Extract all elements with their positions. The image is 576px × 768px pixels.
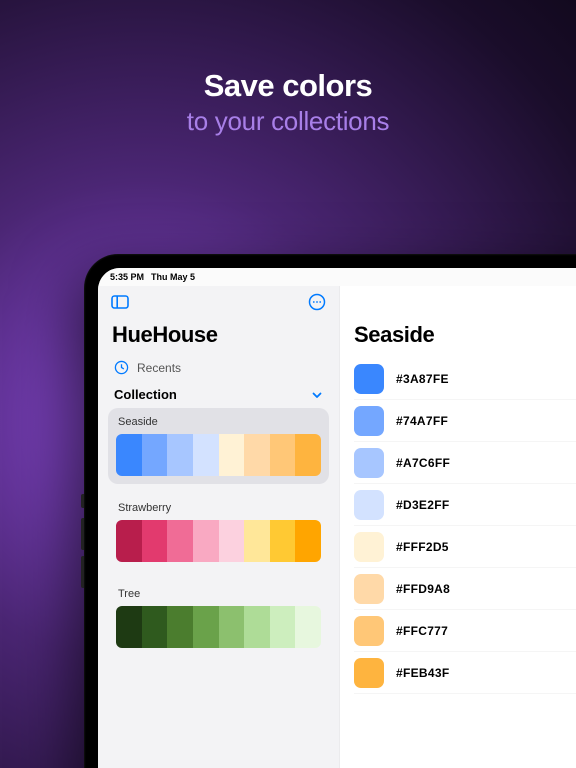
collection-swatch-strip bbox=[116, 606, 321, 648]
color-swatch bbox=[354, 448, 384, 478]
app-title: HueHouse bbox=[98, 318, 339, 354]
sidebar-toggle-icon[interactable] bbox=[110, 292, 130, 312]
headline: Save colors to your collections bbox=[0, 0, 576, 137]
color-hex: #FFF2D5 bbox=[396, 540, 576, 554]
swatch bbox=[142, 434, 168, 476]
color-row[interactable]: #D3E2FF bbox=[354, 484, 576, 526]
swatch bbox=[219, 606, 245, 648]
color-swatch bbox=[354, 658, 384, 688]
swatch bbox=[167, 434, 193, 476]
color-swatch bbox=[354, 406, 384, 436]
status-bar: 5:35 PM Thu May 5 bbox=[98, 268, 576, 286]
recents-row[interactable]: Recents bbox=[98, 354, 339, 385]
collection-list: Seaside Strawberry Tree bbox=[98, 408, 339, 656]
swatch bbox=[270, 434, 296, 476]
swatch bbox=[142, 606, 168, 648]
swatch bbox=[167, 520, 193, 562]
status-date: Thu May 5 bbox=[151, 272, 195, 282]
color-swatch bbox=[354, 616, 384, 646]
swatch bbox=[142, 520, 168, 562]
detail-pane: Edit Seaside #3A87FE #74A7FF #A7C6FF #D3E2F… bbox=[340, 286, 576, 768]
color-row[interactable]: #FEB43F bbox=[354, 652, 576, 694]
headline-title: Save colors bbox=[0, 68, 576, 104]
swatch bbox=[193, 520, 219, 562]
swatch bbox=[295, 520, 321, 562]
swatch bbox=[116, 520, 142, 562]
swatch bbox=[244, 520, 270, 562]
color-row[interactable]: #FFC777 bbox=[354, 610, 576, 652]
promo-stage: Save colors to your collections 5:35 PM … bbox=[0, 0, 576, 768]
split-view: HueHouse Recents Collection SeasideSt bbox=[98, 286, 576, 768]
status-time: 5:35 PM bbox=[110, 272, 144, 282]
swatch bbox=[219, 520, 245, 562]
screen: 5:35 PM Thu May 5 bbox=[98, 268, 576, 768]
sidebar: HueHouse Recents Collection SeasideSt bbox=[98, 286, 340, 768]
collection-section-label: Collection bbox=[114, 387, 177, 402]
color-row[interactable]: #74A7FF bbox=[354, 400, 576, 442]
color-list: #3A87FE #74A7FF #A7C6FF #D3E2FF #FFF2D5 #FFD9… bbox=[340, 358, 576, 694]
swatch bbox=[295, 606, 321, 648]
swatch bbox=[295, 434, 321, 476]
collection-card[interactable]: Strawberry bbox=[108, 494, 329, 570]
recents-label: Recents bbox=[137, 361, 181, 375]
more-icon[interactable] bbox=[307, 292, 327, 312]
color-row[interactable]: #3A87FE bbox=[354, 358, 576, 400]
color-swatch bbox=[354, 574, 384, 604]
color-row[interactable]: #A7C6FF bbox=[354, 442, 576, 484]
volume-down-button bbox=[81, 556, 84, 588]
color-row[interactable]: #FFF2D5 bbox=[354, 526, 576, 568]
color-hex: #FEB43F bbox=[396, 666, 576, 680]
color-swatch bbox=[354, 490, 384, 520]
collection-name: Strawberry bbox=[116, 502, 321, 520]
color-hex: #FFC777 bbox=[396, 624, 576, 638]
detail-title: Seaside bbox=[340, 318, 576, 358]
color-hex: #74A7FF bbox=[396, 414, 576, 428]
color-hex: #FFD9A8 bbox=[396, 582, 576, 596]
collection-swatch-strip bbox=[116, 434, 321, 476]
collection-card[interactable]: Seaside bbox=[108, 408, 329, 484]
power-button bbox=[81, 494, 84, 508]
swatch bbox=[193, 434, 219, 476]
collection-name: Tree bbox=[116, 588, 321, 606]
chevron-down-icon bbox=[311, 389, 323, 401]
collection-section-header[interactable]: Collection bbox=[98, 385, 339, 408]
clock-icon bbox=[114, 360, 129, 375]
swatch bbox=[116, 434, 142, 476]
color-row[interactable]: #FFD9A8 bbox=[354, 568, 576, 610]
swatch bbox=[219, 434, 245, 476]
swatch bbox=[116, 606, 142, 648]
collection-swatch-strip bbox=[116, 520, 321, 562]
swatch bbox=[270, 520, 296, 562]
detail-toolbar: Edit bbox=[340, 286, 576, 318]
collection-card[interactable]: Tree bbox=[108, 580, 329, 656]
swatch bbox=[167, 606, 193, 648]
sidebar-toolbar bbox=[98, 286, 339, 318]
color-hex: #3A87FE bbox=[396, 372, 576, 386]
headline-subtitle: to your collections bbox=[0, 106, 576, 137]
color-swatch bbox=[354, 532, 384, 562]
swatch bbox=[244, 606, 270, 648]
swatch bbox=[270, 606, 296, 648]
color-hex: #D3E2FF bbox=[396, 498, 576, 512]
swatch bbox=[193, 606, 219, 648]
swatch bbox=[244, 434, 270, 476]
collection-name: Seaside bbox=[116, 416, 321, 434]
volume-up-button bbox=[81, 518, 84, 550]
color-swatch bbox=[354, 364, 384, 394]
color-hex: #A7C6FF bbox=[396, 456, 576, 470]
ipad-frame: 5:35 PM Thu May 5 bbox=[84, 254, 576, 768]
